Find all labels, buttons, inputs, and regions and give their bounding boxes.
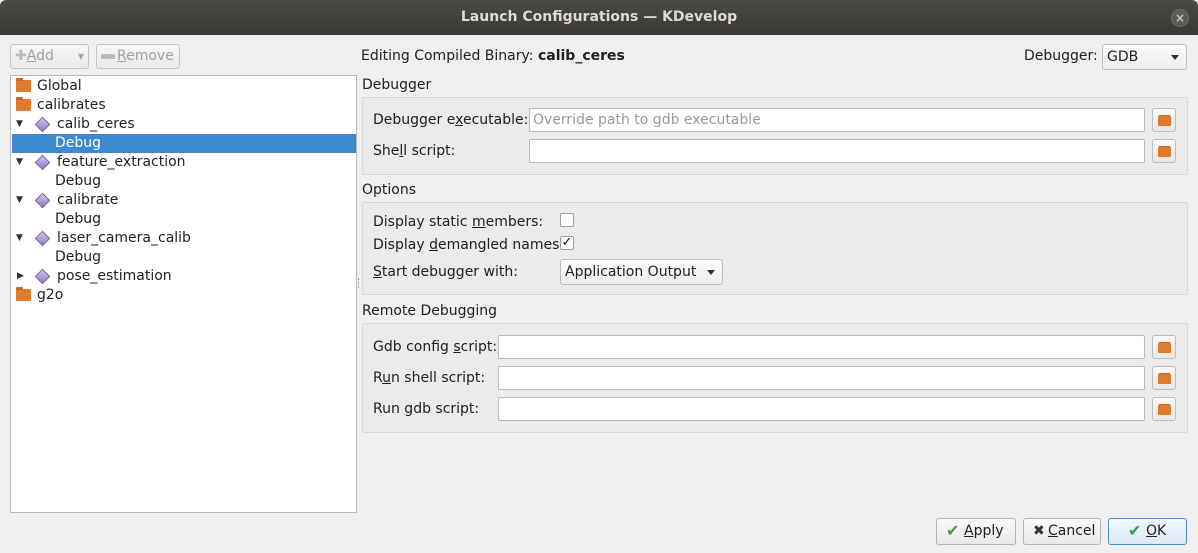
splitter-handle[interactable] xyxy=(358,278,360,288)
shell-script-input[interactable] xyxy=(529,139,1145,163)
x-icon: ✖ xyxy=(1033,523,1045,539)
debugger-group: Debugger executable: Override path to gd… xyxy=(362,97,1188,175)
folder-icon xyxy=(16,287,31,301)
gdb-config-script-input[interactable] xyxy=(498,335,1145,359)
gdb-config-script-label: Gdb config script: xyxy=(373,339,498,355)
editing-target-name: calib_ceres xyxy=(537,48,625,64)
ok-button[interactable]: ✔ OK xyxy=(1108,518,1187,545)
folder-icon xyxy=(16,78,31,92)
debugger-executable-input[interactable]: Override path to gdb executable xyxy=(529,108,1145,132)
tree-item-g2o[interactable]: g2o xyxy=(12,286,356,305)
window-title: Launch Configurations — KDevelop xyxy=(460,9,738,25)
remote-debugging-group: Gdb config script: Run shell script: Run… xyxy=(362,323,1188,433)
remove-button[interactable]: Remove xyxy=(96,44,180,69)
debugger-select-label: Debugger: xyxy=(1024,48,1098,64)
tree-item-calibrate[interactable]: ▼ calibrate xyxy=(12,191,356,210)
display-static-members-checkbox[interactable] xyxy=(560,213,574,227)
minus-icon xyxy=(101,53,115,59)
section-title-options: Options xyxy=(362,182,417,198)
section-title-debugger: Debugger xyxy=(362,77,432,93)
shell-script-label: Shell script: xyxy=(373,143,456,159)
apply-button[interactable]: ✔ Apply xyxy=(936,518,1016,545)
expand-arrow-icon[interactable]: ▼ xyxy=(16,191,26,210)
section-title-remote-debugging: Remote Debugging xyxy=(362,303,498,319)
tree-item-calibrate-debug[interactable]: Debug xyxy=(12,210,356,229)
debugger-select[interactable]: GDB xyxy=(1102,44,1187,70)
check-icon: ✔ xyxy=(946,521,960,540)
browse-folder-icon[interactable] xyxy=(1152,366,1176,390)
tree-item-feature-extraction[interactable]: ▼ feature_extraction xyxy=(12,153,356,172)
target-icon xyxy=(34,192,51,209)
add-button[interactable]: ✚Add ▼ xyxy=(10,44,89,69)
cancel-button[interactable]: ✖ Cancel xyxy=(1023,518,1101,545)
start-debugger-with-select[interactable]: Application Output xyxy=(560,259,723,285)
browse-folder-icon[interactable] xyxy=(1152,139,1176,163)
checkmark-icon: ✓ xyxy=(561,235,573,250)
editing-header: Editing Compiled Binary: calib_ceres xyxy=(361,48,625,64)
launch-config-tree[interactable]: Global calibrates ▼ calib_ceres Debug ▼ … xyxy=(10,75,357,513)
display-demangled-names-checkbox[interactable]: ✓ xyxy=(560,236,574,250)
tree-item-calib-ceres-debug[interactable]: Debug xyxy=(12,134,356,153)
start-debugger-with-label: Start debugger with: xyxy=(373,264,518,280)
window-titlebar: Launch Configurations — KDevelop × xyxy=(0,0,1198,35)
target-icon xyxy=(34,154,51,171)
target-icon xyxy=(34,230,51,247)
browse-folder-icon[interactable] xyxy=(1152,108,1176,132)
tree-item-calib-ceres[interactable]: ▼ calib_ceres xyxy=(12,115,356,134)
collapse-arrow-icon[interactable]: ▶ xyxy=(17,267,27,286)
expand-arrow-icon[interactable]: ▼ xyxy=(16,153,26,172)
close-window-button[interactable]: × xyxy=(1171,9,1189,27)
options-group: Display static members: Display demangle… xyxy=(362,202,1188,295)
run-gdb-script-label: Run gdb script: xyxy=(373,401,480,417)
target-icon xyxy=(34,268,51,285)
tree-item-feature-extraction-debug[interactable]: Debug xyxy=(12,172,356,191)
browse-folder-icon[interactable] xyxy=(1152,335,1176,359)
tree-item-laser-camera-calib-debug[interactable]: Debug xyxy=(12,248,356,267)
display-demangled-names-label: Display demangled names: xyxy=(373,237,565,253)
tree-item-pose-estimation[interactable]: ▶ pose_estimation xyxy=(12,267,356,286)
check-icon: ✔ xyxy=(1128,521,1142,540)
chevron-down-icon xyxy=(1171,55,1179,60)
chevron-down-icon: ▼ xyxy=(77,52,84,61)
run-shell-script-label: Run shell script: xyxy=(373,370,486,386)
chevron-down-icon xyxy=(707,270,715,275)
tree-item-global[interactable]: Global xyxy=(12,77,356,96)
run-shell-script-input[interactable] xyxy=(498,366,1145,390)
display-static-members-label: Display static members: xyxy=(373,214,544,230)
browse-folder-icon[interactable] xyxy=(1152,397,1176,421)
folder-icon xyxy=(16,97,31,111)
plus-icon: ✚ xyxy=(15,48,27,64)
target-icon xyxy=(34,116,51,133)
run-gdb-script-input[interactable] xyxy=(498,397,1145,421)
expand-arrow-icon[interactable]: ▼ xyxy=(16,115,26,134)
expand-arrow-icon[interactable]: ▼ xyxy=(16,229,26,248)
close-icon: × xyxy=(1174,11,1186,25)
debugger-executable-label: Debugger executable: xyxy=(373,112,529,128)
tree-item-calibrates[interactable]: calibrates xyxy=(12,96,356,115)
tree-item-laser-camera-calib[interactable]: ▼ laser_camera_calib xyxy=(12,229,356,248)
